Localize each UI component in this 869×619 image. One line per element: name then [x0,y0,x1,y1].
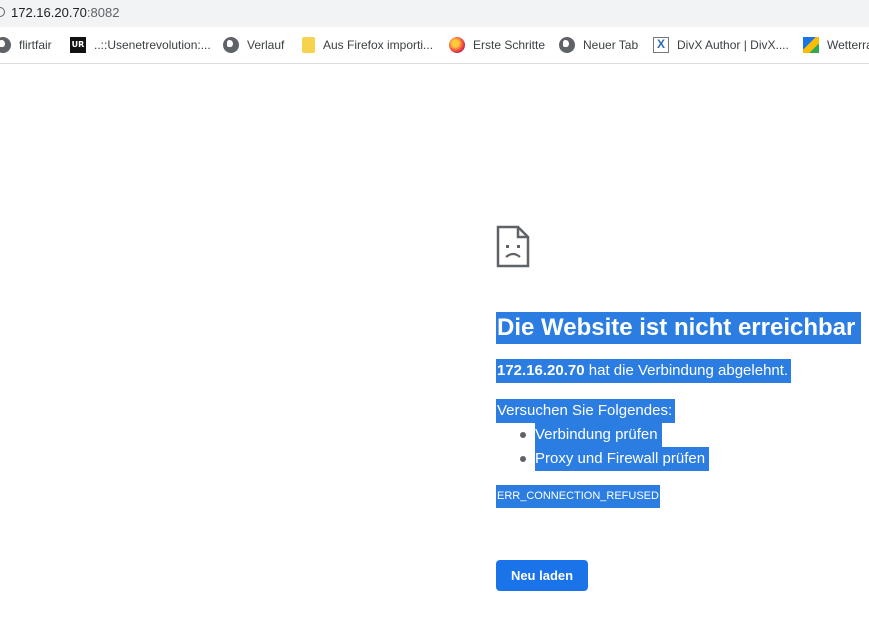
page-info-icon[interactable] [0,7,5,17]
ur-site-icon: UR [70,37,86,53]
address-bar[interactable]: 172.16.20.70:8082 [0,0,869,27]
error-title: Die Website ist nicht erreichbar [496,312,862,344]
firefox-icon [449,37,465,53]
bookmark-label: DivX Author | DivX.... [677,38,789,52]
bookmark-label: Neuer Tab [583,38,639,52]
globe-icon [0,37,11,53]
bookmark-label: ..::Usenetrevolution:... [94,38,211,52]
error-host: 172.16.20.70 [497,362,585,379]
folder-icon [302,37,315,53]
globe-icon [559,37,575,53]
suggestion-check-proxy-firewall[interactable]: Proxy und Firewall prüfen [535,447,710,471]
bookmark-label: Erste Schritte [473,38,546,52]
divx-icon: X [653,37,669,53]
list-bullet [520,456,526,462]
list-bullet [520,432,526,438]
sad-page-icon [496,225,530,268]
suggestions-heading: Versuchen Sie Folgendes: [496,399,676,423]
bookmark-verlauf[interactable]: Verlauf [223,36,284,54]
globe-icon [223,37,239,53]
url-host: 172.16.20.70 [11,5,87,20]
bookmark-usenetrevolution[interactable]: UR ..::Usenetrevolution:... [70,36,211,54]
error-detail-text: hat die Verbindung abgelehnt. [584,362,789,379]
bookmarks-bar: flirtfair UR ..::Usenetrevolution:... Ve… [0,27,869,64]
bookmark-firefox-import-folder[interactable]: Aus Firefox importi... [302,36,433,54]
suggestion-label: Verbindung prüfen [535,426,658,443]
suggestion-check-connection[interactable]: Verbindung prüfen [535,423,662,447]
suggestion-label: Proxy und Firewall prüfen [535,450,706,467]
bookmark-label: Aus Firefox importi... [323,38,434,52]
bookmark-wetter[interactable]: Wetterra [803,36,869,54]
wetter-icon [803,37,819,53]
bookmark-divx-author[interactable]: X DivX Author | DivX.... [653,36,789,54]
bookmark-label: Verlauf [247,38,285,52]
url-text[interactable]: 172.16.20.70:8082 [11,5,119,21]
bookmark-neuer-tab[interactable]: Neuer Tab [559,36,638,54]
reload-button[interactable]: Neu laden [496,560,588,591]
url-port: :8082 [86,5,120,20]
error-code: ERR_CONNECTION_REFUSED [496,485,660,508]
bookmark-flirtfair[interactable]: flirtfair [0,36,52,54]
bookmark-label: Wetterra [827,38,869,52]
bookmark-label: flirtfair [19,38,52,52]
error-detail: 172.16.20.70 hat die Verbindung abgelehn… [496,359,792,383]
bookmark-erste-schritte[interactable]: Erste Schritte [449,36,545,54]
